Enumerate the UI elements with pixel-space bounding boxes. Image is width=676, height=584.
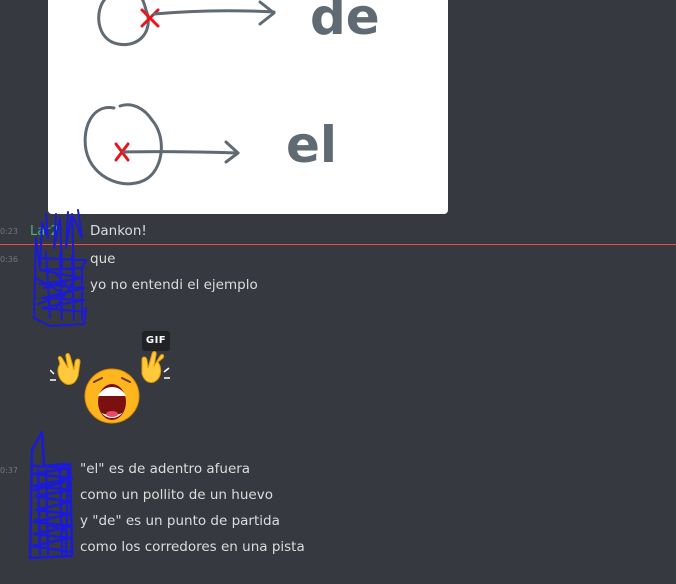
word-de: de [310,0,380,46]
avatar-scribble [33,209,87,327]
message-timestamp: 0:37 [0,466,18,475]
new-messages-divider [0,244,676,245]
message-text: y "de" es un punto de partida [80,513,280,529]
arrow-icon [152,9,276,16]
message-text: Dankon! [90,223,147,239]
circle-icon [97,0,150,47]
right-hand-icon [141,351,170,383]
crying-face-emoji-icon[interactable] [50,350,170,430]
circle-icon-2 [83,103,163,186]
message-text: como un pollito de un huevo [80,487,273,503]
arrow-icon-2 [122,150,240,155]
message-text: como los corredores en una pista [80,539,305,555]
gif-badge[interactable]: GIF [142,331,170,351]
chat-view: de el 0:23 Lar2 Dankon! 0:36 que yo no e… [0,0,676,584]
message-text: yo no entendi el ejemplo [90,277,258,293]
crying-face [84,368,140,424]
left-hand-icon [50,353,81,385]
word-el: el [286,116,337,174]
whiteboard-drawing: de el [83,0,380,186]
avatar-scribble-2 [28,430,74,560]
image-attachment[interactable]: de el [48,0,448,214]
message-text: "el" es de adentro afuera [80,461,251,477]
message-text: que [90,251,116,267]
